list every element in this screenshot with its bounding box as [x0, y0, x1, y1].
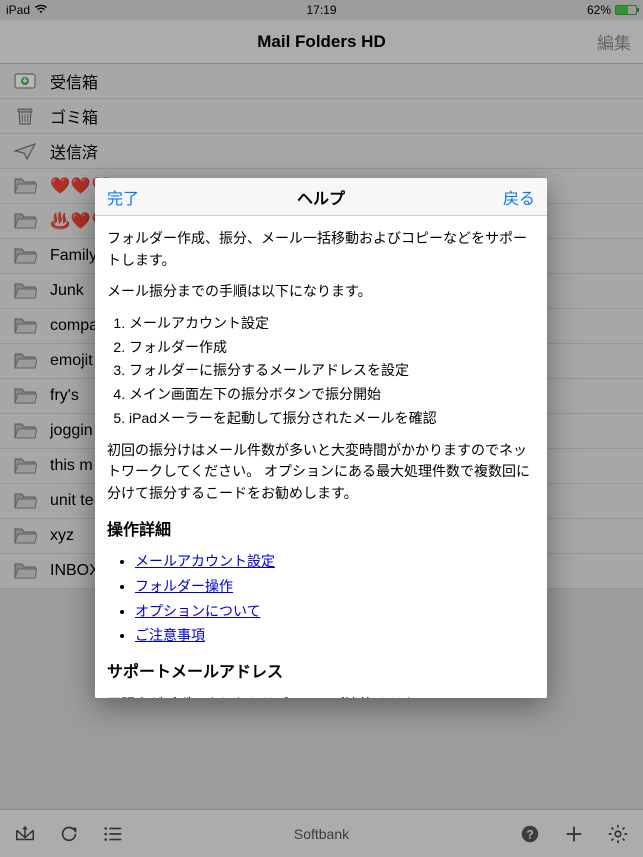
account-label[interactable]: Softbank	[294, 826, 349, 842]
back-button[interactable]: 戻る	[503, 185, 535, 209]
wifi-icon	[34, 3, 48, 17]
help-link-item: オプションについて	[135, 601, 535, 623]
help-step: メイン画面左下の振分ボタンで振分開始	[129, 384, 535, 406]
filter-icon[interactable]	[14, 823, 36, 845]
folder-icon	[12, 175, 38, 197]
help-step: iPadメーラーを起動して振分されたメールを確認	[129, 408, 535, 430]
help-section2-title: サポートメールアドレス	[107, 661, 535, 686]
help-body[interactable]: フォルダー作成、振分、メール一括移動およびコピーなどをサポートします。 メール振…	[95, 216, 547, 698]
folder-label: 送信済	[50, 139, 98, 163]
help-link-item: メールアカウント設定	[135, 551, 535, 573]
folder-label: unit te	[50, 492, 94, 510]
help-note: 初回の振分けはメール件数が多いと大変時間がかかりますのでネットワークしてください…	[107, 440, 535, 505]
folder-row[interactable]: 受信箱	[0, 64, 643, 99]
folder-label: this m	[50, 457, 93, 475]
folder-icon	[12, 210, 38, 232]
folder-label: Family	[50, 247, 97, 265]
settings-icon[interactable]	[607, 823, 629, 845]
help-link[interactable]: オプションについて	[135, 603, 261, 619]
bottom-toolbar: Softbank ?	[0, 809, 643, 857]
help-icon[interactable]: ?	[519, 823, 541, 845]
help-link-item: フォルダー操作	[135, 576, 535, 598]
folder-label: emojit	[50, 352, 93, 370]
folder-label: xyz	[50, 527, 74, 545]
device-label: iPad	[6, 3, 30, 17]
help-link-item: ご注意事項	[135, 625, 535, 647]
help-title: ヘルプ	[297, 185, 345, 209]
refresh-icon[interactable]	[58, 823, 80, 845]
folder-icon	[12, 420, 38, 442]
folder-label: compa	[50, 317, 98, 335]
folder-icon	[12, 280, 38, 302]
folder-icon	[12, 350, 38, 372]
done-button[interactable]: 完了	[107, 185, 139, 209]
battery-pct: 62%	[587, 3, 611, 17]
inbox-icon	[12, 70, 38, 92]
help-step: メールアカウント設定	[129, 313, 535, 335]
folder-label: INBOX	[50, 562, 100, 580]
folder-label: 受信箱	[50, 69, 98, 93]
help-section1-title: 操作詳細	[107, 519, 535, 544]
app-title: Mail Folders HD	[257, 32, 385, 52]
folder-icon	[12, 560, 38, 582]
folder-icon	[12, 385, 38, 407]
folder-icon	[12, 490, 38, 512]
status-bar: iPad 17:19 62%	[0, 0, 643, 20]
help-steps-list: メールアカウント設定フォルダー作成フォルダーに振分するメールアドレスを設定メイン…	[107, 313, 535, 429]
help-intro-2: メール振分までの手順は以下になります。	[107, 281, 535, 303]
app-nav-bar: Mail Folders HD 編集	[0, 20, 643, 64]
help-section2-text: 不明点がございましたらサポートへご連絡ください。	[107, 694, 535, 698]
help-link[interactable]: メールアカウント設定	[135, 553, 275, 569]
folder-label: joggin	[50, 422, 93, 440]
help-intro-1: フォルダー作成、振分、メール一括移動およびコピーなどをサポートします。	[107, 228, 535, 271]
trash-icon	[12, 105, 38, 127]
help-modal-nav: 完了 ヘルプ 戻る	[95, 178, 547, 216]
edit-button[interactable]: 編集	[597, 29, 631, 54]
battery-icon	[615, 5, 637, 15]
sent-icon	[12, 140, 38, 162]
folder-icon	[12, 245, 38, 267]
help-step: フォルダー作成	[129, 337, 535, 359]
help-modal: 完了 ヘルプ 戻る フォルダー作成、振分、メール一括移動およびコピーなどをサポー…	[95, 178, 547, 698]
help-links-list: メールアカウント設定フォルダー操作オプションについてご注意事項	[107, 551, 535, 647]
folder-label: Junk	[50, 282, 84, 300]
add-icon[interactable]	[563, 823, 585, 845]
folder-icon	[12, 315, 38, 337]
svg-text:?: ?	[526, 827, 533, 841]
folder-label: ゴミ箱	[50, 104, 98, 128]
list-icon[interactable]	[102, 823, 124, 845]
folder-icon	[12, 525, 38, 547]
folder-icon	[12, 455, 38, 477]
help-link[interactable]: ご注意事項	[135, 627, 205, 643]
folder-row[interactable]: 送信済	[0, 134, 643, 169]
help-link[interactable]: フォルダー操作	[135, 578, 233, 594]
folder-label: fry's	[50, 387, 79, 405]
status-time: 17:19	[306, 3, 336, 17]
help-step: フォルダーに振分するメールアドレスを設定	[129, 360, 535, 382]
folder-row[interactable]: ゴミ箱	[0, 99, 643, 134]
